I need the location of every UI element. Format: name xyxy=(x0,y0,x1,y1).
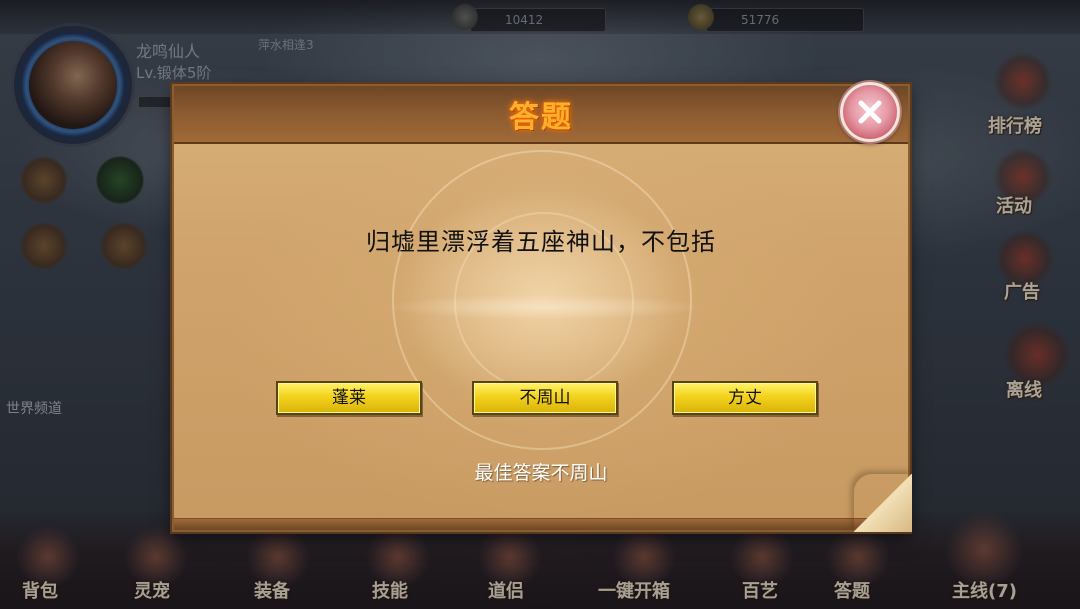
dialog-footer xyxy=(174,518,908,530)
close-button[interactable] xyxy=(840,82,900,142)
quiz-dialog: 答题 归墟里漂浮着五座神山，不包括 蓬莱 不周山 方丈 最佳答案不周山 xyxy=(172,84,912,532)
close-x-icon xyxy=(858,100,882,124)
page-curl-decoration xyxy=(854,474,912,532)
answer-button-1[interactable]: 蓬莱 xyxy=(276,381,422,415)
dialog-title: 答题 xyxy=(509,100,573,135)
answer-button-2[interactable]: 不周山 xyxy=(472,381,618,415)
answer-button-3[interactable]: 方丈 xyxy=(672,381,818,415)
cloud-decoration xyxy=(384,294,704,320)
dialog-header: 答题 xyxy=(174,86,908,144)
question-text: 归墟里漂浮着五座神山，不包括 xyxy=(366,228,716,256)
best-answer-text: 最佳答案不周山 xyxy=(474,462,608,484)
